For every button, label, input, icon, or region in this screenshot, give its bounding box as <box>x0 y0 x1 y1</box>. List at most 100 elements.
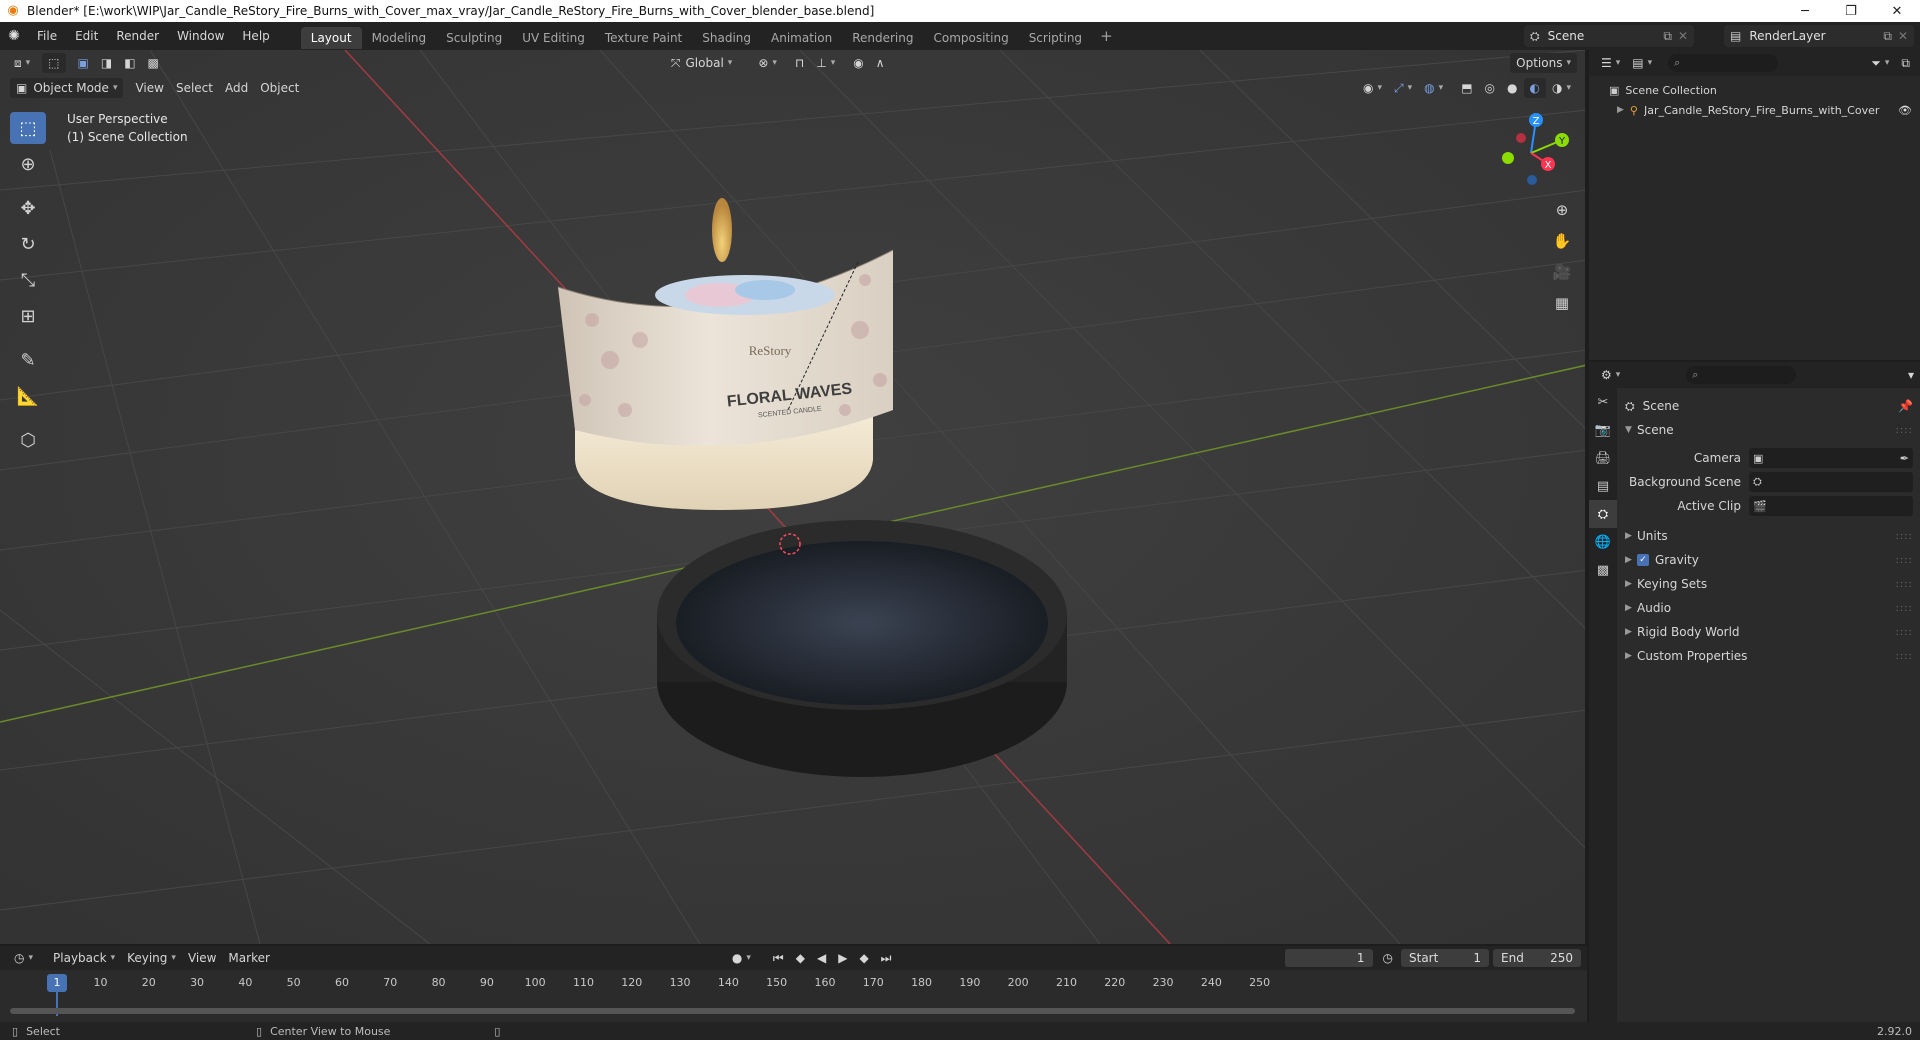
overlay-toggle-icon[interactable]: ◍ <box>1418 78 1449 98</box>
timeline-menu-view[interactable]: View <box>182 948 222 968</box>
panel-drag-handle[interactable]: :::: <box>1896 627 1913 638</box>
output-properties-tab-icon[interactable]: 🖨 <box>1589 444 1617 472</box>
outliner-editor[interactable]: ☰ ▤ ⌕ ⏷ ⧉ ▣ Scene Collection ▶ ⚲ Jar_Can… <box>1589 50 1920 360</box>
blender-logo-icon[interactable]: ✺ <box>0 22 28 50</box>
properties-search-input[interactable]: ⌕ <box>1686 366 1797 384</box>
timeline-current-frame-marker[interactable]: 1 <box>47 974 67 992</box>
tool-properties-tab-icon[interactable]: ✂ <box>1589 388 1617 416</box>
timeline-ruler[interactable]: 1 10 20 30 40 50 60 70 80 90 100 110 120 130 140 150 16… <box>10 974 1580 1016</box>
tab-texture-paint[interactable]: Texture Paint <box>595 27 692 49</box>
xray-toggle-icon[interactable]: ⬒ <box>1455 78 1478 98</box>
proportional-edit-icon[interactable]: ◉ <box>847 53 869 73</box>
rendered-shading-icon[interactable]: ◑ <box>1546 78 1577 98</box>
gizmo-neg-y-icon[interactable] <box>1502 152 1514 164</box>
scene-remove-icon[interactable]: ✕ <box>1678 29 1688 43</box>
view-layer-remove-icon[interactable]: ✕ <box>1898 29 1908 43</box>
tab-compositing[interactable]: Compositing <box>923 27 1018 49</box>
rigid-body-world-panel-header[interactable]: ▶ Rigid Body World :::: <box>1619 620 1919 644</box>
add-workspace-button[interactable]: + <box>1094 22 1119 50</box>
scene-panel-header[interactable]: ▼ Scene :::: <box>1619 418 1919 442</box>
audio-panel-header[interactable]: ▶ Audio :::: <box>1619 596 1919 620</box>
scene-selector[interactable]: ⛭ Scene ⧉ ✕ <box>1524 25 1694 47</box>
menu-edit[interactable]: Edit <box>66 22 107 50</box>
play-icon[interactable]: ▶ <box>832 948 853 968</box>
timeline-menu-playback[interactable]: Playback <box>47 948 121 968</box>
auto-keying-icon[interactable]: ● <box>726 948 757 968</box>
gizmo-neg-x-icon[interactable] <box>1516 133 1526 143</box>
menu-help[interactable]: Help <box>233 22 278 50</box>
display-mode-icon[interactable]: ▤ <box>1626 53 1658 73</box>
preview-range-icon[interactable]: ◷ <box>1377 948 1399 968</box>
viewport-menu-view[interactable]: View <box>129 78 169 98</box>
panel-drag-handle[interactable]: :::: <box>1896 651 1913 662</box>
pan-hand-icon[interactable]: ✋ <box>1548 227 1576 255</box>
annotate-tool-icon[interactable]: ✎ <box>10 344 46 376</box>
tab-modeling[interactable]: Modeling <box>362 27 437 49</box>
gizmo-neg-z-icon[interactable] <box>1527 175 1537 185</box>
background-scene-field[interactable]: ⛭ <box>1749 472 1913 492</box>
timeline-menu-keying[interactable]: Keying <box>121 948 182 968</box>
tab-shading[interactable]: Shading <box>692 27 761 49</box>
outliner-filter-icon[interactable]: ⏷ <box>1865 53 1895 73</box>
outliner-editor-type-icon[interactable]: ☰ <box>1595 53 1626 73</box>
camera-view-icon[interactable]: 🎥 <box>1548 258 1576 286</box>
scene-properties-tab-icon[interactable]: ⛭ <box>1589 500 1617 528</box>
3d-viewport[interactable]: ReStory FLORAL WAVES SCENTED CANDLE ⧈ ⬚ … <box>0 50 1587 944</box>
restore-button[interactable]: ❐ <box>1828 0 1874 22</box>
scene-copy-icon[interactable]: ⧉ <box>1663 29 1672 44</box>
eye-visibility-icon[interactable]: 👁 <box>1898 104 1912 117</box>
outliner-scene-collection-row[interactable]: ▣ Scene Collection <box>1589 80 1920 100</box>
active-clip-field[interactable]: 🎬 <box>1749 496 1913 516</box>
scale-tool-icon[interactable]: ⤡ <box>10 264 46 296</box>
units-panel-header[interactable]: ▶ Units :::: <box>1619 524 1919 548</box>
select-mode-subtract-icon[interactable]: ◧ <box>118 53 141 73</box>
viewport-menu-add[interactable]: Add <box>219 78 254 98</box>
timeline-scrollbar[interactable] <box>10 1008 1575 1014</box>
jump-keyframe-forward-icon[interactable]: ◆ <box>853 948 874 968</box>
start-frame-field[interactable]: Start 1 <box>1401 949 1489 967</box>
gizmo-toggle-icon[interactable]: ⤢ <box>1388 78 1418 98</box>
custom-properties-panel-header[interactable]: ▶ Custom Properties :::: <box>1619 644 1919 668</box>
tab-sculpting[interactable]: Sculpting <box>436 27 512 49</box>
zoom-icon[interactable]: ⊕ <box>1548 196 1576 224</box>
tab-animation[interactable]: Animation <box>761 27 842 49</box>
transform-tool-icon[interactable]: ⊞ <box>10 300 46 332</box>
view-layer-tab-icon[interactable]: ▤ <box>1589 472 1617 500</box>
properties-editor[interactable]: ⚙ ⌕ ▾ ✂ 📷 🖨 ▤ ⛭ 🌐 ▩ ⛭ Scene 📌 ▼ Scene ::… <box>1589 362 1920 1022</box>
wireframe-shading-icon[interactable]: ◎ <box>1479 78 1501 98</box>
snap-target-icon[interactable]: ⊥ <box>810 53 841 73</box>
measure-tool-icon[interactable]: 📐 <box>10 380 46 412</box>
select-mode-intersect-icon[interactable]: ▩ <box>142 53 165 73</box>
timeline-editor[interactable]: ◷ Playback Keying View Marker ● ⏮ ◆ ◀ ▶ … <box>0 946 1587 1022</box>
play-reverse-icon[interactable]: ◀ <box>811 948 832 968</box>
object-mode-dropdown[interactable]: ▣ Object Mode <box>10 78 124 98</box>
properties-options-icon[interactable]: ▾ <box>1902 365 1920 385</box>
viewport-menu-object[interactable]: Object <box>254 78 305 98</box>
select-tool-icon[interactable]: ⬚ <box>42 53 66 73</box>
outliner-search-input[interactable]: ⌕ <box>1668 54 1779 72</box>
pivot-point-icon[interactable]: ⊗ <box>752 53 783 73</box>
menu-file[interactable]: File <box>28 22 66 50</box>
material-shading-icon[interactable]: ◐ <box>1523 78 1546 98</box>
render-properties-tab-icon[interactable]: 📷 <box>1589 416 1617 444</box>
options-dropdown[interactable]: Options <box>1510 53 1577 73</box>
jump-keyframe-back-icon[interactable]: ◆ <box>790 948 811 968</box>
jump-end-icon[interactable]: ⏭ <box>875 948 898 968</box>
new-collection-icon[interactable]: ⧉ <box>1895 53 1916 73</box>
outliner-object-row[interactable]: ▶ ⚲ Jar_Candle_ReStory_Fire_Burns_with_C… <box>1589 100 1920 120</box>
editor-type-icon[interactable]: ⧈ <box>8 53 36 73</box>
navigation-gizmo[interactable]: Z Y X <box>1486 108 1576 198</box>
move-tool-icon[interactable]: ✥ <box>10 192 46 224</box>
tab-uv-editing[interactable]: UV Editing <box>512 27 595 49</box>
expand-arrow-icon[interactable]: ▶ <box>1617 105 1624 115</box>
solid-shading-icon[interactable]: ● <box>1501 78 1523 98</box>
texture-properties-tab-icon[interactable]: ▩ <box>1589 556 1617 584</box>
panel-drag-handle[interactable]: :::: <box>1896 425 1913 436</box>
select-mode-new-icon[interactable]: ▣ <box>72 53 95 73</box>
rotate-tool-icon[interactable]: ↻ <box>10 228 46 260</box>
transform-orientation-dropdown[interactable]: ⤧ Global <box>665 53 738 73</box>
visibility-icon[interactable]: ◉ <box>1357 78 1388 98</box>
end-frame-field[interactable]: End 250 <box>1493 949 1581 967</box>
tab-layout[interactable]: Layout <box>300 26 362 49</box>
tab-scripting[interactable]: Scripting <box>1019 27 1092 49</box>
